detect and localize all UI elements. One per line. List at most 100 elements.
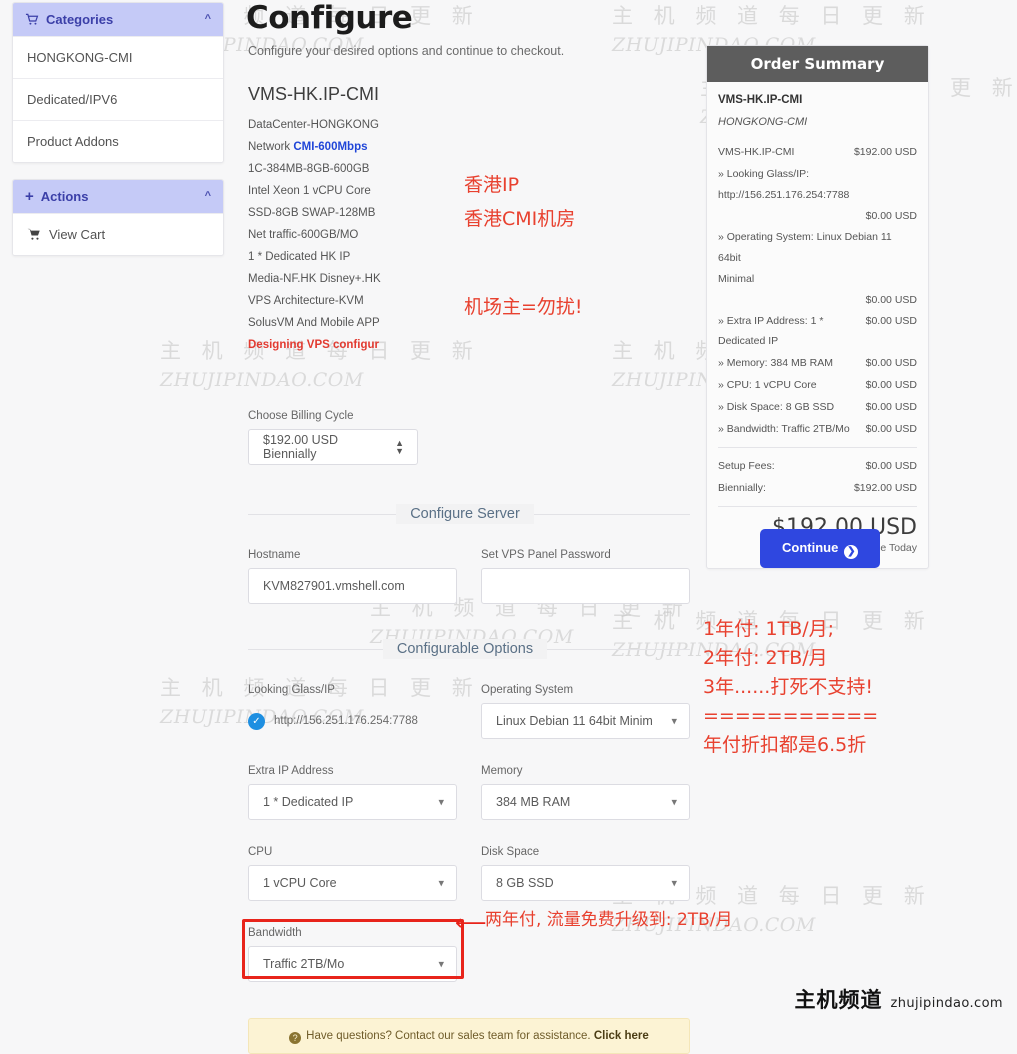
operating-system-label: Operating System — [481, 684, 574, 696]
disk-space-select[interactable]: 8 GB SSD ▾ — [481, 865, 690, 901]
order-summary-row-label: » Extra IP Address: 1 * Dedicated IP — [718, 315, 824, 347]
order-summary-row: » Memory: 384 MB RAM $0.00 USD — [718, 353, 917, 373]
order-summary-os-label2: Minimal — [718, 273, 755, 285]
order-summary-panel: Order Summary VMS-HK.IP-CMI HONGKONG-CMI… — [706, 45, 929, 569]
page-subtitle: Configure your desired options and conti… — [248, 44, 565, 58]
order-summary-row-label: » CPU: 1 vCPU Core — [718, 379, 817, 391]
sales-help-notice: ? Have questions? Contact our sales team … — [248, 1018, 690, 1054]
looking-glass-label: Looking Glass/IP — [248, 684, 335, 696]
extra-ip-group: Extra IP Address 1 * Dedicated IP ▾ — [248, 765, 457, 820]
notice-text: Have questions? Contact our sales team f… — [306, 1030, 594, 1042]
sidebar-item-label: Product Addons — [27, 134, 119, 149]
extra-ip-value: 1 * Dedicated IP — [263, 795, 354, 809]
extra-ip-select[interactable]: 1 * Dedicated IP ▾ — [248, 784, 457, 820]
chevron-up-icon[interactable]: ^ — [205, 190, 211, 202]
hostname-group: Hostname KVM827901.vmshell.com — [248, 549, 457, 604]
sidebar: Categories ^ HONGKONG-CMI Dedicated/IPV6… — [12, 2, 224, 272]
page-root: 主 机 频 道 每 日 更 新 ZHUJIPINDAO.COM 主 机 频 道 … — [0, 0, 1017, 1054]
disk-space-label: Disk Space — [481, 846, 540, 858]
product-name: VMS-HK.IP-CMI — [248, 84, 380, 104]
order-summary-os-row: » Operating System: Linux Debian 11 64bi… — [718, 227, 917, 311]
cpu-select[interactable]: 1 vCPU Core ▾ — [248, 865, 457, 901]
options-row-4: Bandwidth Traffic 2TB/Mo ▾ — [240, 919, 690, 982]
billing-cycle-value: $192.00 USD Biennially — [263, 433, 339, 461]
sidebar-item-dedicated-ipv6[interactable]: Dedicated/IPV6 — [13, 78, 223, 120]
operating-system-group: Operating System Linux Debian 11 64bit M… — [481, 684, 690, 739]
memory-value: 384 MB RAM — [496, 795, 571, 809]
annotation-no-disturb: 机场主=勿扰! — [464, 296, 583, 318]
cycle-label: Biennially: — [718, 482, 766, 494]
sidebar-item-label: View Cart — [49, 227, 106, 242]
chevron-down-icon: ▾ — [671, 715, 677, 728]
bandwidth-label: Bandwidth — [248, 927, 302, 939]
arrow-right-circle-icon: ❯ — [844, 544, 859, 559]
order-summary-looking-glass-row: » Looking Glass/IP: http://156.251.176.2… — [718, 164, 917, 227]
billing-cycle-group: Choose Billing Cycle $192.00 USD Biennia… — [240, 410, 690, 465]
brand-en: zhujipindao.com — [890, 996, 1003, 1011]
order-summary-setup-fees-row: Setup Fees: $0.00 USD — [718, 456, 917, 476]
network-label: Network — [248, 141, 294, 153]
memory-label: Memory — [481, 765, 523, 777]
order-summary-os-label: » Operating System: Linux Debian 11 64bi… — [718, 231, 892, 264]
vps-password-input[interactable] — [481, 568, 690, 604]
sidebar-item-hongkong-cmi[interactable]: HONGKONG-CMI — [13, 36, 223, 78]
setup-fees-amount: $0.00 USD — [865, 460, 917, 472]
categories-panel-title: Categories — [46, 12, 114, 27]
hostname-label: Hostname — [248, 549, 301, 561]
categories-panel-header[interactable]: Categories ^ — [13, 3, 223, 36]
product-spec: Media-NF.HK Disney+.HK — [248, 273, 381, 285]
chevron-down-icon: ▾ — [671, 796, 677, 809]
order-summary-base-label: VMS-HK.IP-CMI — [718, 146, 795, 158]
sidebar-item-view-cart[interactable]: View Cart — [13, 213, 223, 255]
sidebar-item-product-addons[interactable]: Product Addons — [13, 120, 223, 162]
order-summary-product: VMS-HK.IP-CMI — [718, 94, 803, 106]
looking-glass-group: Looking Glass/IP ✓ http://156.251.176.25… — [248, 684, 457, 739]
configure-server-title: Configure Server — [396, 504, 534, 524]
order-summary-row-label: » Bandwidth: Traffic 2TB/Mo — [718, 423, 850, 435]
divider — [718, 447, 917, 448]
disk-space-value: 8 GB SSD — [496, 876, 554, 890]
sidebar-item-label: HONGKONG-CMI — [27, 50, 133, 65]
actions-panel: + Actions ^ View Cart — [12, 179, 224, 256]
page-title: Configure — [246, 0, 413, 36]
looking-glass-checkbox[interactable]: ✓ http://156.251.176.254:7788 — [248, 703, 457, 739]
product-spec: 1 * Dedicated HK IP — [248, 251, 351, 263]
disk-space-group: Disk Space 8 GB SSD ▾ — [481, 846, 690, 901]
order-summary-row-label: » Disk Space: 8 GB SSD — [718, 401, 835, 413]
product-footer-note: Designing VPS configur — [248, 339, 379, 351]
vps-password-group: Set VPS Panel Password — [481, 549, 690, 604]
chevron-down-icon: ▾ — [438, 958, 444, 971]
operating-system-select[interactable]: Linux Debian 11 64bit Minim ▾ — [481, 703, 690, 739]
billing-cycle-select[interactable]: $192.00 USD Biennially ▲ ▼ — [248, 429, 418, 465]
left-arrow-icon: ⟵ — [455, 910, 487, 935]
network-value: CMI-600Mbps — [293, 141, 368, 153]
cart-icon — [25, 13, 39, 26]
bandwidth-select[interactable]: Traffic 2TB/Mo ▾ — [248, 946, 457, 982]
order-summary-row-amount: $0.00 USD — [865, 315, 917, 327]
chevron-down-icon: ▾ — [671, 877, 677, 890]
order-summary-lg-amount: $0.00 USD — [865, 210, 917, 222]
bandwidth-group: Bandwidth Traffic 2TB/Mo ▾ — [242, 919, 464, 982]
operating-system-value: Linux Debian 11 64bit Minim — [496, 714, 653, 728]
chevron-up-icon[interactable]: ^ — [205, 13, 211, 25]
order-summary-datacenter: HONGKONG-CMI — [718, 116, 808, 128]
configurable-options-title: Configurable Options — [382, 639, 548, 659]
notice-link[interactable]: Click here — [594, 1030, 649, 1042]
options-row-2: Extra IP Address 1 * Dedicated IP ▾ Memo… — [240, 765, 690, 820]
up-down-icon: ▲ ▼ — [395, 438, 404, 456]
cpu-label: CPU — [248, 846, 273, 858]
order-summary-row-label: » Memory: 384 MB RAM — [718, 357, 833, 369]
memory-select[interactable]: 384 MB RAM ▾ — [481, 784, 690, 820]
order-summary-row: » CPU: 1 vCPU Core $0.00 USD — [718, 375, 917, 395]
annotation-pricing: 1年付: 1TB/月; 2年付: 2TB/月 3年......打死不支持! ==… — [703, 618, 879, 756]
annotation-location: 香港IP 香港CMI机房 — [464, 174, 576, 230]
order-summary-cycle-row: Biennially: $192.00 USD — [718, 478, 917, 498]
cpu-value: 1 vCPU Core — [263, 876, 337, 890]
order-summary-row-amount: $0.00 USD — [865, 423, 917, 435]
looking-glass-value: http://156.251.176.254:7788 — [274, 715, 418, 727]
options-row-3: CPU 1 vCPU Core ▾ Disk Space 8 GB SSD ▾ — [240, 846, 690, 901]
continue-button[interactable]: Continue ❯ — [760, 529, 881, 568]
order-summary-title: Order Summary — [707, 46, 928, 82]
actions-panel-header[interactable]: + Actions ^ — [13, 180, 223, 213]
hostname-input[interactable]: KVM827901.vmshell.com — [248, 568, 457, 604]
